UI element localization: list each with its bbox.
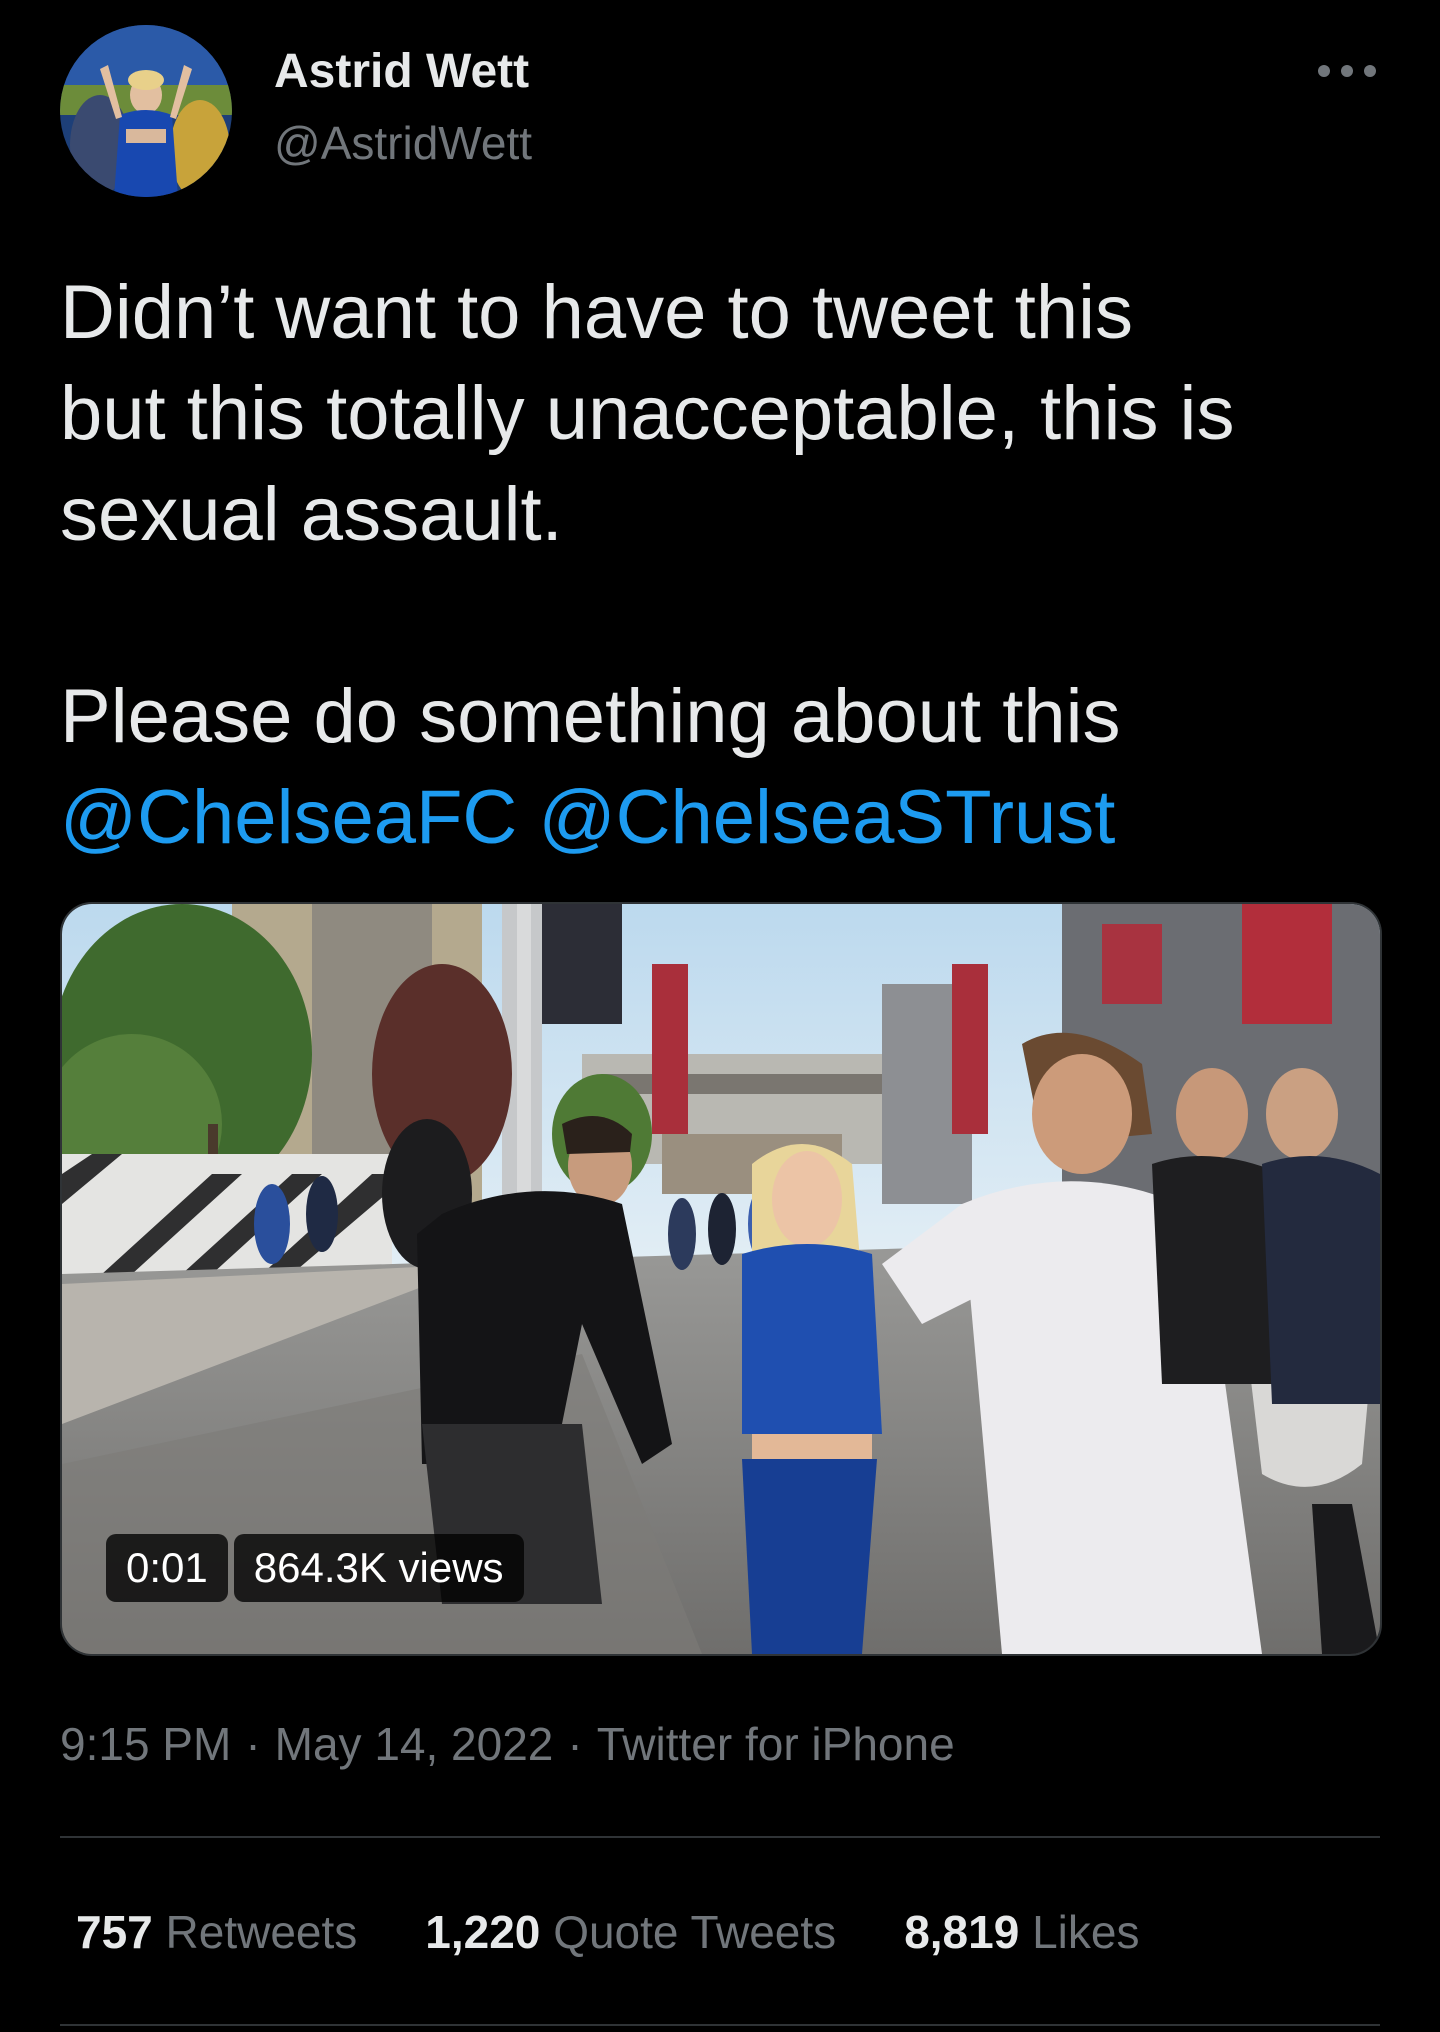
avatar[interactable] bbox=[60, 25, 232, 197]
video-badges: 0:01 864.3K views bbox=[106, 1534, 524, 1602]
more-dot bbox=[1364, 65, 1376, 77]
tweet-detail-page: Astrid Wett @AstridWett Didn’t want to h… bbox=[0, 0, 1440, 2032]
quote-tweets-count: 1,220 bbox=[425, 1906, 541, 1958]
mentions-line: @ChelseaFC @ChelseaSTrust bbox=[60, 767, 1400, 868]
tweet-text-line: Please do something about this bbox=[60, 674, 1121, 759]
avatar-image bbox=[60, 25, 232, 197]
more-options-icon[interactable] bbox=[1318, 56, 1376, 86]
divider bbox=[60, 2024, 1380, 2026]
mention-chelseastrust[interactable]: @ChelseaSTrust bbox=[538, 775, 1115, 860]
tweet-text-line: sexual assault. bbox=[60, 472, 563, 557]
tweet-source[interactable]: Twitter for iPhone bbox=[597, 1718, 955, 1770]
video-duration-badge: 0:01 bbox=[106, 1534, 228, 1602]
tweet-text: Didn’t want to have to tweet this but th… bbox=[60, 262, 1400, 868]
video-player[interactable]: 0:01 864.3K views bbox=[60, 902, 1382, 1656]
more-dot bbox=[1341, 65, 1353, 77]
retweets-label: Retweets bbox=[165, 1906, 358, 1958]
retweets-stat[interactable]: 757 Retweets bbox=[76, 1904, 357, 1960]
quote-tweets-stat[interactable]: 1,220 Quote Tweets bbox=[425, 1904, 836, 1960]
engagement-stats: 757 Retweets 1,220 Quote Tweets 8,819 Like… bbox=[76, 1904, 1207, 1960]
tweet-meta: 9:15 PM · May 14, 2022 · Twitter for iPhone bbox=[60, 1716, 955, 1772]
divider bbox=[60, 1836, 1380, 1838]
meta-separator: · bbox=[245, 1718, 261, 1770]
user-handle[interactable]: @AstridWett bbox=[274, 116, 532, 170]
meta-separator: · bbox=[567, 1718, 583, 1770]
quote-tweets-label: Quote Tweets bbox=[553, 1906, 837, 1958]
tweet-text-line: Didn’t want to have to tweet this bbox=[60, 270, 1134, 355]
likes-stat[interactable]: 8,819 Likes bbox=[904, 1904, 1139, 1960]
display-name[interactable]: Astrid Wett bbox=[274, 44, 529, 100]
tweet-date[interactable]: May 14, 2022 bbox=[275, 1718, 554, 1770]
mention-chelseafc[interactable]: @ChelseaFC bbox=[60, 775, 517, 860]
more-dot bbox=[1318, 65, 1330, 77]
tweet-text-line: but this totally unacceptable, this is bbox=[60, 371, 1235, 456]
retweets-count: 757 bbox=[76, 1906, 153, 1958]
tweet-time[interactable]: 9:15 PM bbox=[60, 1718, 231, 1770]
likes-count: 8,819 bbox=[904, 1906, 1020, 1958]
video-views-badge: 864.3K views bbox=[233, 1534, 524, 1602]
likes-label: Likes bbox=[1032, 1906, 1140, 1958]
